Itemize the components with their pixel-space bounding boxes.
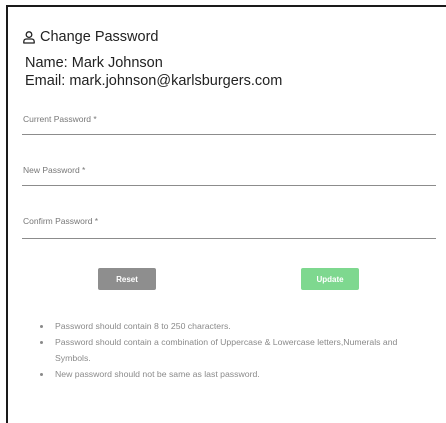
confirm-password-underline xyxy=(22,238,436,239)
current-password-underline xyxy=(22,134,436,135)
password-rule-length: Password should contain 8 to 250 charact… xyxy=(40,318,430,334)
new-password-underline xyxy=(22,185,436,186)
password-rules-list: Password should contain 8 to 250 charact… xyxy=(40,318,430,382)
new-password-field[interactable]: New Password * xyxy=(22,165,436,187)
password-rule-not-same: New password should not be same as last … xyxy=(40,366,430,382)
panel-title: Change Password xyxy=(22,28,159,46)
user-name: Name: Mark Johnson xyxy=(25,55,163,71)
reset-button[interactable]: Reset xyxy=(98,268,156,290)
page-title: Change Password xyxy=(40,29,159,45)
current-password-input[interactable] xyxy=(22,120,436,134)
password-rule-combination: Password should contain a combination of… xyxy=(40,334,430,366)
update-button[interactable]: Update xyxy=(301,268,359,290)
confirm-password-field[interactable]: Confirm Password * xyxy=(22,216,436,240)
new-password-input[interactable] xyxy=(22,171,436,185)
user-icon xyxy=(22,30,36,44)
confirm-password-input[interactable] xyxy=(22,223,436,237)
current-password-field[interactable]: Current Password * xyxy=(22,114,436,136)
user-email: Email: mark.johnson@karlsburgers.com xyxy=(25,73,283,89)
